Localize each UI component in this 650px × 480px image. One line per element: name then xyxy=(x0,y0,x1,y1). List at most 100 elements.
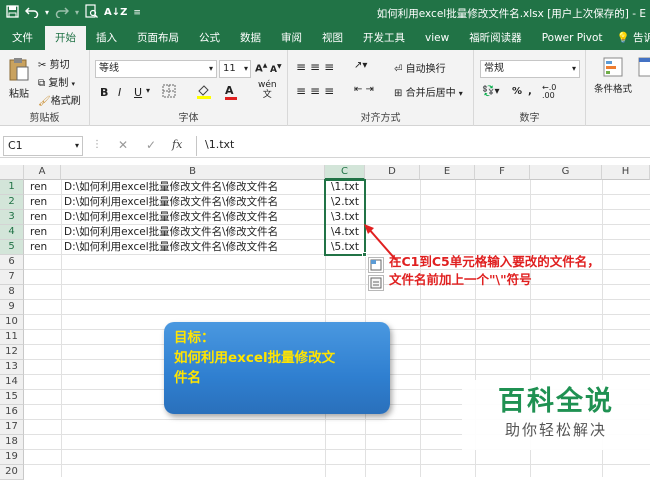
italic-button[interactable]: I xyxy=(118,86,121,99)
indent-icons[interactable]: ⇤ ⇥ xyxy=(354,84,374,95)
document-title: 如何利用excel批量修改文件名.xlsx [用户上次保存的] - E xyxy=(376,8,646,20)
chevron-down-icon: ▾ xyxy=(208,64,213,73)
tab-view[interactable]: 视图 xyxy=(312,26,353,50)
gridline xyxy=(24,299,650,300)
cell-b2[interactable]: D:\如何利用excel批量修改文件名\修改文件名 xyxy=(64,195,324,210)
sort-icon[interactable]: A↓Z xyxy=(104,7,127,18)
row-header[interactable]: 11 xyxy=(0,330,24,345)
format-as-table-button[interactable] xyxy=(638,56,650,81)
merge-center-button[interactable]: ⊞ 合并后居中 ▾ xyxy=(394,84,463,99)
row-header[interactable]: 13 xyxy=(0,360,24,375)
wrap-text-button[interactable]: ⏎ 自动换行 xyxy=(394,60,446,75)
tab-formulas[interactable]: 公式 xyxy=(189,26,230,50)
cell-b4[interactable]: D:\如何利用excel批量修改文件名\修改文件名 xyxy=(64,225,324,240)
row-header[interactable]: 1 xyxy=(0,180,24,195)
cell-b1[interactable]: D:\如何利用excel批量修改文件名\修改文件名 xyxy=(64,180,324,195)
copy-button[interactable]: ⧉ 复制 ▾ xyxy=(38,74,75,89)
save-icon[interactable] xyxy=(6,4,19,21)
name-box[interactable]: C1 ▾ xyxy=(3,136,83,156)
row-header[interactable]: 7 xyxy=(0,270,24,285)
tab-insert[interactable]: 插入 xyxy=(86,26,127,50)
tab-home[interactable]: 开始 xyxy=(45,26,86,50)
cell-a3[interactable]: ren xyxy=(30,210,60,225)
format-painter-button[interactable]: 🖌格式刷 xyxy=(38,92,81,107)
column-header-h[interactable]: H xyxy=(602,165,650,180)
row-header[interactable]: 18 xyxy=(0,435,24,450)
cancel-button[interactable]: ✕ xyxy=(118,138,128,152)
horizontal-align-icons[interactable]: ≡≡≡ xyxy=(296,84,338,98)
column-header-a[interactable]: A xyxy=(24,165,61,180)
font-size-select[interactable]: 11 ▾ xyxy=(219,60,251,78)
row-header[interactable]: 2 xyxy=(0,195,24,210)
chevron-down-icon[interactable]: ▾ xyxy=(146,86,150,95)
currency-icon[interactable]: 💱▾ xyxy=(482,86,499,97)
tab-view-en[interactable]: view xyxy=(415,26,459,50)
tab-tell-me[interactable]: 💡 告诉 xyxy=(613,26,650,50)
shrink-font-button[interactable]: A▼ xyxy=(270,63,282,75)
print-preview-icon[interactable] xyxy=(85,4,98,21)
cell-a2[interactable]: ren xyxy=(30,195,60,210)
tab-file[interactable]: 文件 xyxy=(0,26,45,50)
tab-page-layout[interactable]: 页面布局 xyxy=(127,26,189,50)
fill-color-icon[interactable] xyxy=(196,83,212,102)
font-name-select[interactable]: 等线 ▾ xyxy=(95,60,217,78)
column-header-c[interactable]: C xyxy=(325,165,365,180)
row-header[interactable]: 14 xyxy=(0,375,24,390)
paste-options-icon[interactable] xyxy=(368,275,384,291)
tab-power-pivot[interactable]: Power Pivot xyxy=(532,26,613,50)
column-header-d[interactable]: D xyxy=(365,165,420,180)
cell-a1[interactable]: ren xyxy=(30,180,60,195)
tab-data[interactable]: 数据 xyxy=(230,26,271,50)
grow-font-button[interactable]: A▲ xyxy=(255,62,267,74)
column-header-e[interactable]: E xyxy=(420,165,475,180)
percent-button[interactable]: % xyxy=(512,86,522,97)
chevron-down-icon[interactable]: ▾ xyxy=(75,8,79,17)
row-header[interactable]: 10 xyxy=(0,315,24,330)
number-format-select[interactable]: 常规 ▾ xyxy=(480,60,580,78)
cell-b5[interactable]: D:\如何利用excel批量修改文件名\修改文件名 xyxy=(64,240,324,255)
conditional-format-button[interactable]: 条件格式 xyxy=(594,56,632,95)
formula-input[interactable]: \1.txt xyxy=(196,136,650,156)
row-header[interactable]: 3 xyxy=(0,210,24,225)
redo-icon[interactable] xyxy=(55,5,70,21)
row-header[interactable]: 17 xyxy=(0,420,24,435)
bold-button[interactable]: B xyxy=(100,86,108,99)
cell-a5[interactable]: ren xyxy=(30,240,60,255)
customize-icon[interactable]: ≡ xyxy=(133,8,141,18)
row-header[interactable]: 4 xyxy=(0,225,24,240)
tab-foxit-reader[interactable]: 福昕阅读器 xyxy=(459,26,532,50)
cell-a4[interactable]: ren xyxy=(30,225,60,240)
comma-button[interactable]: , xyxy=(528,86,532,97)
cut-button[interactable]: ✂ 剪切 xyxy=(38,56,70,71)
undo-icon[interactable] xyxy=(24,5,39,21)
tab-developer[interactable]: 开发工具 xyxy=(353,26,415,50)
formula-bar: C1 ▾ ⋮ ✕ ✓ fx \1.txt xyxy=(0,134,650,158)
chevron-down-icon[interactable]: ▾ xyxy=(45,8,49,17)
underline-button[interactable]: U xyxy=(134,86,142,99)
paste-button[interactable]: 粘贴 xyxy=(5,56,33,100)
vertical-align-icons[interactable]: ≡≡≡ xyxy=(296,60,338,74)
font-color-icon[interactable]: A xyxy=(225,84,237,100)
phonetic-guide-icon[interactable]: wén 文 xyxy=(258,80,277,100)
tab-review[interactable]: 审阅 xyxy=(271,26,312,50)
border-icon[interactable] xyxy=(162,84,176,101)
row-header[interactable]: 20 xyxy=(0,465,24,480)
row-header[interactable]: 19 xyxy=(0,450,24,465)
column-header-b[interactable]: B xyxy=(61,165,325,180)
insert-function-button[interactable]: fx xyxy=(172,138,182,151)
column-header-g[interactable]: G xyxy=(530,165,602,180)
decimal-icons[interactable]: ←.0.00 xyxy=(542,84,556,100)
row-header[interactable]: 5 xyxy=(0,240,24,255)
select-all-corner[interactable] xyxy=(0,165,24,180)
orientation-icon[interactable]: ↗▾ xyxy=(354,60,367,71)
enter-button[interactable]: ✓ xyxy=(146,138,156,152)
column-header-f[interactable]: F xyxy=(475,165,530,180)
row-header[interactable]: 6 xyxy=(0,255,24,270)
row-header[interactable]: 12 xyxy=(0,345,24,360)
row-header[interactable]: 15 xyxy=(0,390,24,405)
copy-icon: ⧉ xyxy=(38,78,46,89)
row-header[interactable]: 8 xyxy=(0,285,24,300)
cell-b3[interactable]: D:\如何利用excel批量修改文件名\修改文件名 xyxy=(64,210,324,225)
row-header[interactable]: 9 xyxy=(0,300,24,315)
row-header[interactable]: 16 xyxy=(0,405,24,420)
